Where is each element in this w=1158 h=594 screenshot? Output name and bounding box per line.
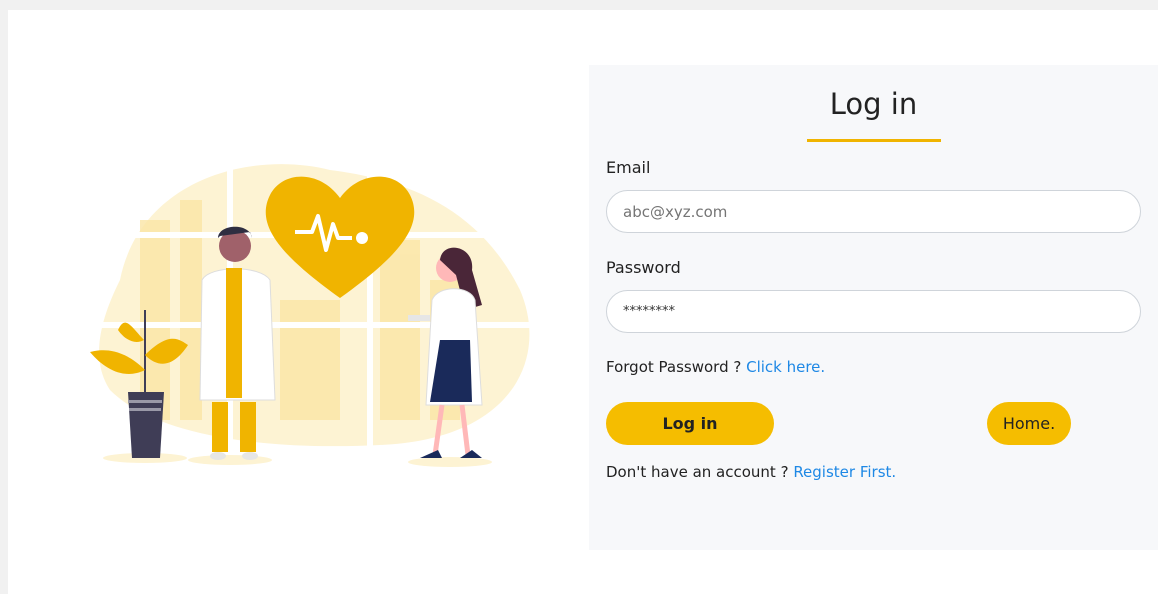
email-label: Email <box>606 158 651 177</box>
title-underline <box>807 139 941 142</box>
register-link[interactable]: Register First. <box>793 463 896 481</box>
forgot-password-link[interactable]: Click here. <box>746 358 825 376</box>
doctors-illustration <box>90 160 530 467</box>
password-field[interactable] <box>606 290 1141 333</box>
login-button[interactable]: Log in <box>606 402 774 445</box>
forgot-password-text: Forgot Password ? <box>606 358 747 376</box>
home-button[interactable]: Home. <box>987 402 1071 445</box>
password-label: Password <box>606 258 681 277</box>
login-card: Log in Email Password Forgot Password ? … <box>589 65 1158 550</box>
page-title: Log in <box>829 87 918 121</box>
register-text: Don't have an account ? <box>606 463 794 481</box>
register-line: Don't have an account ? Register First. <box>606 463 896 481</box>
forgot-password-line: Forgot Password ? Click here. <box>606 358 825 376</box>
email-field[interactable] <box>606 190 1141 233</box>
page: Log in Email Password Forgot Password ? … <box>8 10 1158 594</box>
